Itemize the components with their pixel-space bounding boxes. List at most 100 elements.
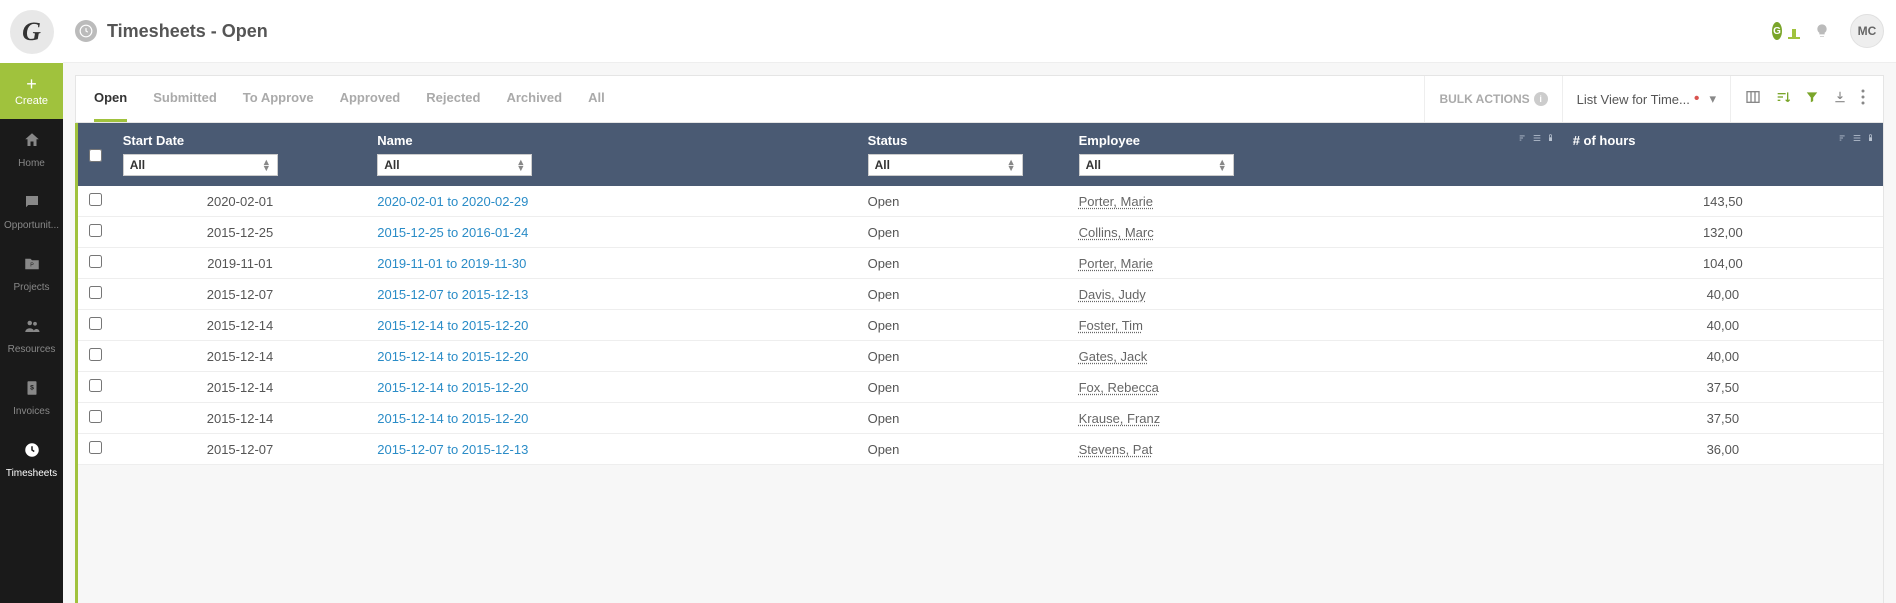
- col-employee[interactable]: Employee: [1069, 123, 1563, 154]
- header: Timesheets - Open G MC: [63, 0, 1896, 63]
- sidebar-item-invoices[interactable]: $Invoices: [0, 367, 63, 429]
- filter-start-date[interactable]: All ▲▼: [123, 154, 278, 176]
- filter-status[interactable]: All ▲▼: [868, 154, 1023, 176]
- header-status-badge[interactable]: G: [1772, 17, 1800, 45]
- cell-start-date: 2015-12-14: [113, 403, 367, 434]
- plus-icon: +: [26, 75, 37, 93]
- sort-icon[interactable]: [1775, 89, 1791, 109]
- row-checkbox-cell: [78, 434, 113, 465]
- toolbar-icons: [1731, 89, 1865, 109]
- tab-all[interactable]: All: [588, 76, 605, 122]
- table-row[interactable]: 2015-12-14 2015-12-14 to 2015-12-20 Open Fo…: [78, 372, 1883, 403]
- employee-link[interactable]: Porter, Marie: [1079, 256, 1153, 271]
- timesheet-link[interactable]: 2015-12-25 to 2016-01-24: [377, 225, 528, 240]
- sidebar-item-projects[interactable]: PProjects: [0, 243, 63, 305]
- table-row[interactable]: 2015-12-142015-12-14 to 2015-12-20OpenFo…: [78, 310, 1883, 341]
- cell-hours: 40,00: [1563, 310, 1883, 341]
- cell-employee: Fox, Rebecca: [1069, 372, 1563, 403]
- table-row[interactable]: 2015-12-142015-12-14 to 2015-12-20OpenGa…: [78, 341, 1883, 372]
- clock-icon: [23, 441, 41, 464]
- employee-link[interactable]: Stevens, Pat: [1079, 442, 1153, 457]
- cell-name: 2015-12-07 to 2015-12-13: [367, 434, 857, 465]
- timesheet-link[interactable]: 2015-12-07 to 2015-12-13: [377, 442, 528, 457]
- tab-to-approve[interactable]: To Approve: [243, 76, 314, 122]
- cell-status: Open: [858, 248, 1069, 279]
- employee-link[interactable]: Davis, Judy: [1079, 287, 1146, 302]
- employee-link[interactable]: Gates, Jack: [1079, 349, 1148, 364]
- timesheet-link[interactable]: 2015-12-14 to 2015-12-20: [377, 411, 528, 426]
- invoice-icon: $: [23, 379, 41, 402]
- table-row[interactable]: 2020-02-012020-02-01 to 2020-02-29OpenPo…: [78, 186, 1883, 217]
- filter-icon[interactable]: [1805, 90, 1819, 108]
- filter-name[interactable]: All ▲▼: [377, 154, 532, 176]
- row-checkbox[interactable]: [89, 441, 102, 454]
- tab-rejected[interactable]: Rejected: [426, 76, 480, 122]
- chat-icon: [23, 193, 41, 216]
- tab-row: Open Submitted To Approve Approved Rejected A…: [75, 75, 1884, 123]
- row-checkbox[interactable]: [89, 224, 102, 237]
- table-row[interactable]: 2019-11-012019-11-01 to 2019-11-30OpenPo…: [78, 248, 1883, 279]
- row-checkbox[interactable]: [89, 317, 102, 330]
- row-checkbox[interactable]: [89, 286, 102, 299]
- timesheet-link[interactable]: 2019-11-01 to 2019-11-30: [377, 256, 526, 271]
- columns-icon[interactable]: [1745, 89, 1761, 109]
- cell-status: Open: [858, 217, 1069, 248]
- cell-start-date: 2015-12-14: [113, 372, 367, 403]
- row-checkbox-cell: [78, 403, 113, 434]
- cell-status: Open: [858, 372, 1069, 403]
- col-hours-icons: [1838, 133, 1875, 143]
- table-row[interactable]: 2015-12-072015-12-07 to 2015-12-13OpenSt…: [78, 434, 1883, 465]
- employee-link[interactable]: Fox, Rebecca: [1079, 380, 1159, 395]
- tab-submitted[interactable]: Submitted: [153, 76, 217, 122]
- tab-archived[interactable]: Archived: [506, 76, 562, 122]
- user-avatar[interactable]: MC: [1850, 14, 1884, 48]
- employee-link[interactable]: Porter, Marie: [1079, 194, 1153, 209]
- sidebar: G + Create Home Opportunit... PProjectsRes…: [0, 0, 63, 603]
- employee-link[interactable]: Krause, Franz: [1079, 411, 1161, 426]
- create-button[interactable]: + Create: [0, 63, 63, 119]
- timesheet-link[interactable]: 2015-12-14 to 2015-12-20: [377, 380, 528, 395]
- row-checkbox[interactable]: [89, 255, 102, 268]
- updown-icon: ▲▼: [1218, 159, 1227, 171]
- select-all-checkbox[interactable]: [89, 149, 102, 162]
- tab-open[interactable]: Open: [94, 76, 127, 122]
- updown-icon: ▲▼: [516, 159, 525, 171]
- col-status[interactable]: Status: [858, 123, 1069, 154]
- col-name[interactable]: Name: [367, 123, 857, 154]
- timesheet-link[interactable]: 2015-12-14 to 2015-12-20: [377, 349, 528, 364]
- employee-link[interactable]: Foster, Tim: [1079, 318, 1143, 333]
- updown-icon: ▲▼: [1007, 159, 1016, 171]
- nav-label: Opportunit...: [0, 220, 63, 231]
- sidebar-item-opportunit-[interactable]: Opportunit...: [0, 181, 63, 243]
- sidebar-item-resources[interactable]: Resources: [0, 305, 63, 367]
- table-row[interactable]: 2015-12-142015-12-14 to 2015-12-20OpenKr…: [78, 403, 1883, 434]
- bulb-icon[interactable]: [1808, 17, 1836, 45]
- sidebar-item-timesheets[interactable]: Timesheets: [0, 429, 63, 491]
- view-selector[interactable]: List View for Time... • ▾: [1563, 76, 1731, 122]
- view-label: List View for Time...: [1577, 92, 1690, 107]
- timesheet-link[interactable]: 2020-02-01 to 2020-02-29: [377, 194, 528, 209]
- employee-link[interactable]: Collins, Marc: [1079, 225, 1154, 240]
- timesheet-link[interactable]: 2015-12-14 to 2015-12-20: [377, 318, 528, 333]
- sidebar-item-home[interactable]: Home: [0, 119, 63, 181]
- logo[interactable]: G: [0, 0, 63, 63]
- tab-approved[interactable]: Approved: [340, 76, 401, 122]
- col-start-date[interactable]: Start Date: [113, 123, 367, 154]
- more-icon[interactable]: [1861, 89, 1865, 109]
- cell-name: 2019-11-01 to 2019-11-30: [367, 248, 857, 279]
- cell-employee: Porter, Marie: [1069, 248, 1563, 279]
- row-checkbox[interactable]: [89, 410, 102, 423]
- col-employee-label: Employee: [1079, 133, 1140, 148]
- row-checkbox[interactable]: [89, 193, 102, 206]
- filter-employee[interactable]: All ▲▼: [1079, 154, 1234, 176]
- table-row[interactable]: 2015-12-252015-12-25 to 2016-01-24OpenCo…: [78, 217, 1883, 248]
- timesheet-link[interactable]: 2015-12-07 to 2015-12-13: [377, 287, 528, 302]
- filter-name-cell: All ▲▼: [367, 154, 857, 186]
- row-checkbox[interactable]: [89, 348, 102, 361]
- row-checkbox[interactable]: [89, 379, 102, 392]
- table-row[interactable]: 2015-12-072015-12-07 to 2015-12-13OpenDa…: [78, 279, 1883, 310]
- download-icon[interactable]: [1833, 90, 1847, 108]
- cell-hours: 104,00: [1563, 248, 1883, 279]
- col-hours[interactable]: # of hours: [1563, 123, 1883, 154]
- bulk-actions-button[interactable]: BULK ACTIONS i: [1424, 76, 1562, 122]
